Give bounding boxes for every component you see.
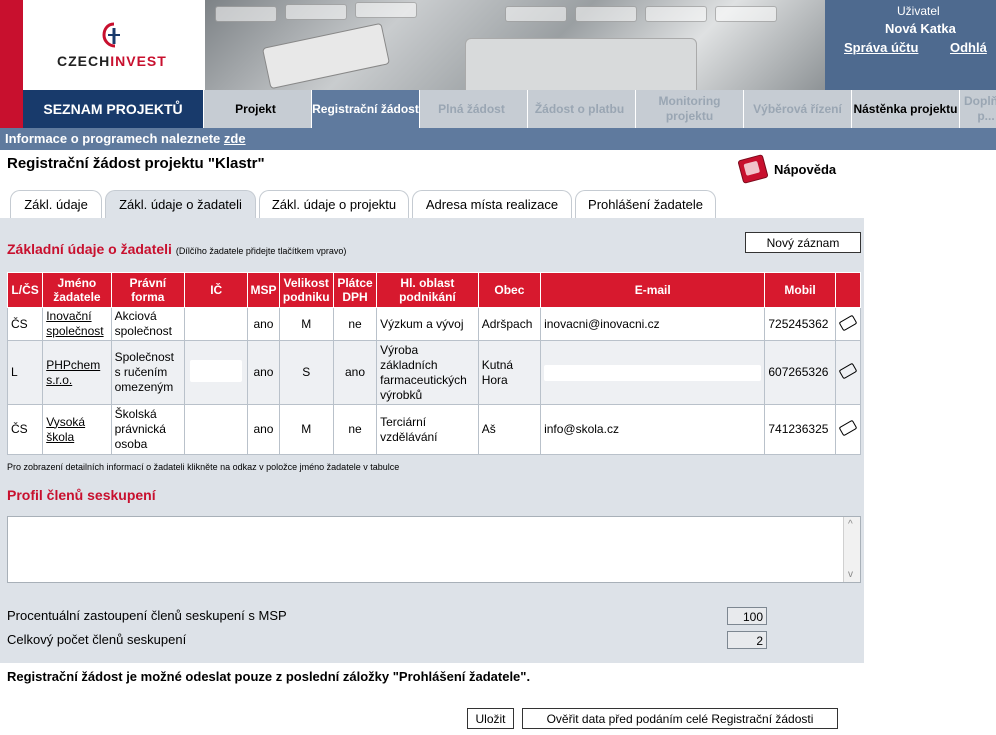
nav-item-plna-zadost: Plná žádost [419, 90, 523, 128]
help-book-icon [737, 154, 769, 184]
verify-data-button[interactable]: Ověřit data před podáním celé Registračn… [522, 708, 838, 729]
cell-area: Terciární vzdělávání [376, 404, 479, 455]
user-name: Nová Katka [885, 21, 956, 36]
cell-legal-form: Školská právnická osoba [110, 404, 186, 455]
cell-lcs: ČS [6, 404, 44, 455]
cell-msp: ano [247, 307, 280, 341]
section-subtitle: (Dílčího žadatele přidejte tlačítkem vpr… [175, 246, 347, 256]
nav-item-zadost-o-platbu: Žádost o platbu [527, 90, 631, 128]
cell-msp: ano [247, 404, 280, 455]
info-link[interactable]: zde [224, 131, 246, 146]
table-header-row: L/ČS Jméno žadatele Právní forma IČ MSP … [6, 272, 862, 308]
col-header: Obec [477, 272, 542, 308]
msp-percentage-label: Procentuální zastoupení členů seskupení … [7, 608, 287, 623]
cell-mobile: 741236325 [764, 404, 836, 455]
submission-warning: Registrační žádost je možné odeslat pouz… [7, 669, 531, 684]
nav-item-nastenka[interactable]: Nástěnka projektu [851, 90, 959, 128]
applicant-name-link[interactable]: PHPchem s.r.o. [46, 358, 100, 387]
cell-mobile: 725245362 [764, 307, 836, 341]
textarea-scrollbar[interactable] [843, 517, 860, 582]
logout-link[interactable]: Odhlá [950, 40, 987, 55]
cell-email-masked [540, 340, 766, 405]
account-settings-link[interactable]: Správa účtu [844, 40, 918, 55]
profile-textarea[interactable] [7, 516, 861, 583]
cell-city: Kutná Hora [477, 340, 542, 405]
cell-size: S [278, 340, 334, 405]
table-row: L PHPchem s.r.o. Společnost s ručením om… [6, 340, 862, 405]
table-note: Pro zobrazení detailních informací o žad… [7, 462, 400, 472]
info-bar: Informace o programech naleznete zde [0, 128, 996, 150]
col-header-actions [834, 272, 862, 308]
cell-vat: ne [332, 307, 378, 341]
nav-item-vyberova-rizeni: Výběrová řízení [743, 90, 851, 128]
col-header: Mobil [764, 272, 836, 308]
cell-ic-masked [184, 340, 249, 405]
logo-mark-icon [102, 22, 120, 48]
nav-item-doplneni: Doplň... p... [959, 90, 996, 128]
cell-lcs: L [6, 340, 44, 405]
save-button[interactable]: Uložit [467, 708, 514, 729]
tab-zakl-udaje-o-projektu[interactable]: Zákl. údaje o projektu [259, 190, 409, 218]
col-header: Hl. oblast podnikání [376, 272, 479, 308]
members-count-value: 2 [727, 631, 767, 649]
cell-area: Výzkum a vývoj [376, 307, 479, 341]
header-banner-image [205, 0, 825, 90]
col-header: Plátce DPH [332, 272, 378, 308]
col-header: MSP [247, 272, 280, 308]
cell-size: M [278, 307, 334, 341]
edit-pencil-icon[interactable] [834, 307, 862, 341]
col-header: Jméno žadatele [42, 272, 112, 308]
help-link[interactable]: Nápověda [737, 154, 837, 184]
applicant-name-link[interactable]: Inovační společnost [46, 309, 103, 338]
edit-pencil-icon[interactable] [834, 404, 862, 455]
nav-item-monitoring: Monitoring projektu [635, 90, 743, 128]
header-accent-bar [0, 0, 23, 128]
applicant-name-link[interactable]: Vysoká škola [46, 415, 85, 444]
col-header: E-mail [540, 272, 766, 308]
tab-adresa-mista-realizace[interactable]: Adresa místa realizace [412, 190, 572, 218]
cell-ic-masked [184, 307, 249, 341]
cell-vat: ne [332, 404, 378, 455]
section-title: Základní údaje o žadateli (Dílčího žadat… [7, 241, 347, 257]
help-label: Nápověda [774, 161, 837, 177]
tab-prohlaseni-zadatele[interactable]: Prohlášení žadatele [575, 190, 716, 218]
table-row: ČS Vysoká škola Školská právnická osoba … [6, 404, 862, 455]
main-nav: SEZNAM PROJEKTŮ Projekt Registrační žádo… [23, 90, 996, 128]
cell-legal-form: Akciová společnost [110, 307, 186, 341]
members-count-label: Celkový počet členů seskupení [7, 632, 187, 647]
cell-mobile: 607265326 [764, 340, 836, 405]
cell-city: Adršpach [477, 307, 542, 341]
user-label: Uživatel [897, 4, 940, 18]
page-title: Registrační žádost projektu "Klastr" [7, 155, 265, 172]
cell-vat: ano [332, 340, 378, 405]
info-text: Informace o programech naleznete [5, 131, 224, 146]
cell-lcs: ČS [6, 307, 44, 341]
cell-size: M [278, 404, 334, 455]
edit-pencil-icon[interactable] [834, 340, 862, 405]
user-panel: Uživatel Nová Katka Správa účtu Odhlá [825, 0, 996, 90]
nav-item-projekt[interactable]: Projekt [203, 90, 307, 128]
col-header: Právní forma [110, 272, 186, 308]
tab-zakl-udaje-o-zadateli[interactable]: Zákl. údaje o žadateli [105, 190, 256, 218]
col-header: IČ [184, 272, 249, 308]
nav-project-list[interactable]: SEZNAM PROJEKTŮ [23, 90, 203, 128]
logo-text: CZECHINVEST [57, 53, 167, 69]
czechinvest-logo[interactable]: CZECHINVEST [23, 0, 205, 90]
profile-title: Profil členů seskupení [7, 487, 156, 503]
applicants-table: L/ČS Jméno žadatele Právní forma IČ MSP … [6, 272, 862, 455]
table-row: ČS Inovační společnost Akciová společnos… [6, 307, 862, 341]
msp-percentage-value: 100 [727, 607, 767, 625]
cell-area: Výroba základních farmaceutických výrobk… [376, 340, 479, 405]
cell-ic-masked [184, 404, 249, 455]
cell-email: inovacni@inovacni.cz [540, 307, 766, 341]
tab-zakl-udaje[interactable]: Zákl. údaje [10, 190, 102, 218]
cell-city: Aš [477, 404, 542, 455]
cell-email: info@skola.cz [540, 404, 766, 455]
new-record-button[interactable]: Nový záznam [745, 232, 861, 253]
col-header: L/ČS [6, 272, 44, 308]
nav-item-registracni-zadost[interactable]: Registrační žádost [311, 90, 419, 128]
col-header: Velikost podniku [278, 272, 334, 308]
cell-legal-form: Společnost s ručením omezeným [110, 340, 186, 405]
cell-msp: ano [247, 340, 280, 405]
